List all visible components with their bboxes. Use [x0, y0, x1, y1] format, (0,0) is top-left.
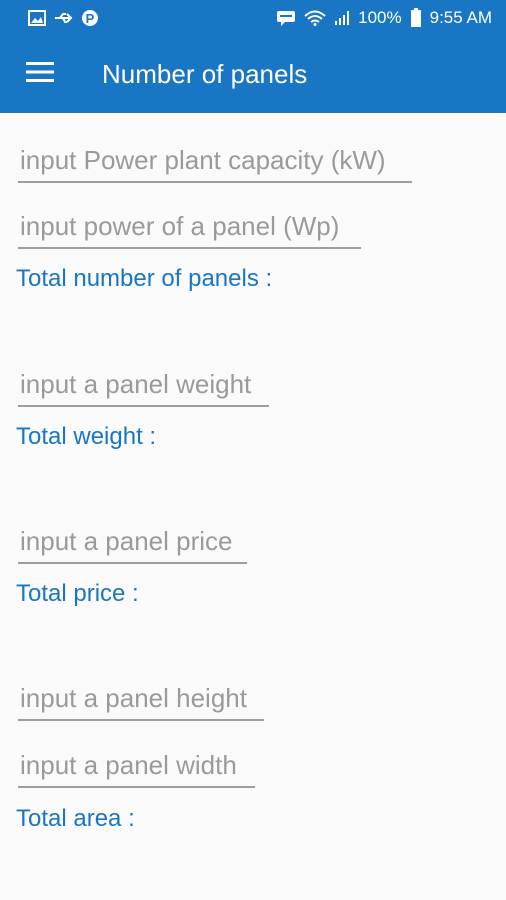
status-bar: P 100% 9:55 AM — [0, 0, 506, 36]
battery-icon — [410, 8, 422, 28]
total-area-label: Total area : — [16, 805, 135, 832]
hamburger-icon — [26, 62, 54, 87]
panel-height-input[interactable] — [18, 677, 264, 721]
menu-button[interactable] — [0, 36, 80, 113]
panel-width-input[interactable] — [18, 744, 255, 788]
status-left-icons: P — [28, 9, 98, 27]
capacity-input[interactable] — [18, 139, 412, 183]
app-bar: Number of panels — [0, 36, 506, 113]
signal-icon — [334, 10, 350, 26]
battery-percent: 100% — [358, 8, 402, 27]
total-price-label: Total price : — [16, 580, 139, 607]
message-icon — [276, 10, 296, 26]
total-weight-label: Total weight : — [16, 423, 157, 450]
panel-price-input[interactable] — [18, 520, 247, 564]
page-title: Number of panels — [102, 59, 308, 89]
total-panels-label: Total number of panels : — [16, 265, 273, 292]
status-right-icons: 100% 9:55 AM — [276, 8, 492, 28]
panel-weight-input[interactable] — [18, 363, 269, 407]
usb-icon — [54, 11, 74, 25]
gallery-icon — [28, 10, 46, 26]
panel-power-input[interactable] — [18, 205, 361, 249]
svg-text:P: P — [86, 11, 95, 26]
wifi-icon — [304, 10, 326, 26]
p-icon: P — [82, 9, 98, 27]
clock: 9:55 AM — [429, 8, 492, 27]
